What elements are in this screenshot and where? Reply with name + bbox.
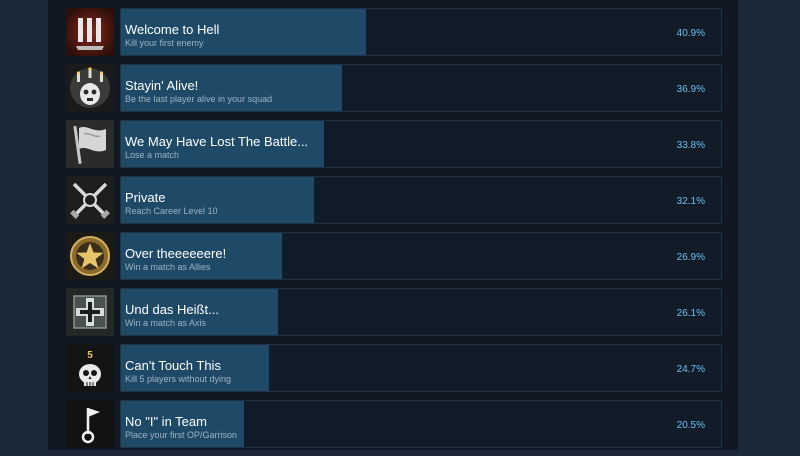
achievement-percent: 20.5% — [676, 420, 705, 431]
achievement-title: Stayin' Alive! — [125, 78, 199, 93]
achievement-row[interactable]: Und das Heißt... Win a match as Axis 26.… — [66, 288, 722, 336]
achievement-percent: 32.1% — [676, 196, 705, 207]
achievement-percent: 26.1% — [676, 308, 705, 319]
achievement-percent: 36.9% — [676, 84, 705, 95]
achievement-row[interactable]: We May Have Lost The Battle... Lose a ma… — [66, 120, 722, 168]
white-flag-icon — [66, 120, 114, 168]
achievement-progress-bar: No "I" in Team Place your first OP/Garri… — [120, 400, 722, 448]
achievement-title: No "I" in Team — [125, 414, 207, 429]
achievement-description: Reach Career Level 10 — [125, 206, 218, 216]
allied-star-icon — [66, 232, 114, 280]
skull-badge-number: 5 — [87, 350, 93, 361]
achievement-description: Kill your first enemy — [125, 38, 204, 48]
achievement-percent: 24.7% — [676, 364, 705, 375]
achievements-page: Welcome to Hell Kill your first enemy 40… — [0, 0, 800, 450]
achievement-row[interactable]: Over theeeeeere! Win a match as Allies 2… — [66, 232, 722, 280]
achievement-progress-bar: Can't Touch This Kill 5 players without … — [120, 344, 722, 392]
achievement-list: Welcome to Hell Kill your first enemy 40… — [66, 8, 722, 456]
achievement-progress-bar: Private Reach Career Level 10 32.1% — [120, 176, 722, 224]
crossed-rifles-icon — [66, 176, 114, 224]
achievement-description: Kill 5 players without dying — [125, 374, 232, 384]
achievement-description: Win a match as Allies — [125, 262, 211, 272]
three-bars-icon — [66, 8, 114, 56]
achievement-progress-bar: Welcome to Hell Kill your first enemy 40… — [120, 8, 722, 56]
achievement-row[interactable]: Welcome to Hell Kill your first enemy 40… — [66, 8, 722, 56]
achievement-title: Over theeeeeere! — [125, 246, 227, 261]
outpost-flag-icon — [66, 400, 114, 448]
achievement-progress-bar: Stayin' Alive! Be the last player alive … — [120, 64, 722, 112]
achievement-title: We May Have Lost The Battle... — [125, 134, 309, 149]
achievement-progress-bar: Over theeeeeere! Win a match as Allies 2… — [120, 232, 722, 280]
achievement-progress-bar: We May Have Lost The Battle... Lose a ma… — [120, 120, 722, 168]
achievement-progress-bar: Und das Heißt... Win a match as Axis 26.… — [120, 288, 722, 336]
achievement-description: Be the last player alive in your squad — [125, 94, 273, 104]
candle-skull-icon — [66, 64, 114, 112]
axis-cross-icon — [66, 288, 114, 336]
skull-five-icon: 5 — [66, 344, 114, 392]
achievement-row[interactable]: Private Reach Career Level 10 32.1% — [66, 176, 722, 224]
achievement-percent: 33.8% — [676, 140, 705, 151]
achievement-row[interactable]: 5 Can't Touch This Kill 5 players withou… — [66, 344, 722, 392]
achievement-description: Place your first OP/Garrison — [125, 430, 238, 440]
achievement-title: Can't Touch This — [125, 358, 221, 373]
achievement-row[interactable]: No "I" in Team Place your first OP/Garri… — [66, 400, 722, 448]
achievement-title: Private — [125, 190, 166, 205]
achievement-row[interactable]: Stayin' Alive! Be the last player alive … — [66, 64, 722, 112]
achievement-percent: 26.9% — [676, 252, 705, 263]
achievement-title: Und das Heißt... — [125, 302, 219, 317]
achievement-percent: 40.9% — [676, 28, 705, 39]
achievement-description: Lose a match — [125, 150, 180, 160]
achievement-description: Win a match as Axis — [125, 318, 207, 328]
achievement-title: Welcome to Hell — [125, 22, 220, 37]
